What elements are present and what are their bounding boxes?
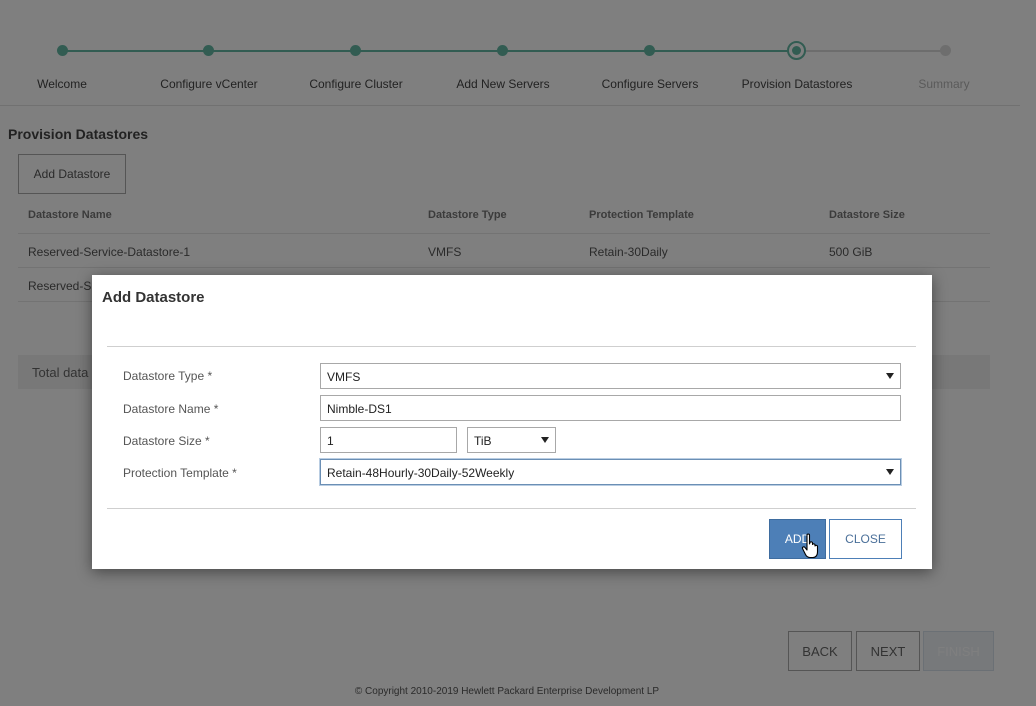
dialog-divider-bottom [107,508,916,509]
datastore-size-label: Datastore Size * [123,434,210,448]
dialog-divider-top [107,346,916,347]
datastore-type-select[interactable]: VMFS [320,363,901,389]
protection-template-value: Retain-48Hourly-30Daily-52Weekly [327,466,515,480]
datastore-name-label: Datastore Name * [123,402,219,416]
close-button[interactable]: CLOSE [829,519,902,559]
datastore-size-value: 1 [327,434,334,448]
hand-pointer-icon [801,533,819,559]
add-datastore-dialog: Add Datastore Datastore Type * VMFS Data… [92,275,932,569]
protection-template-label: Protection Template * [123,466,237,480]
caret-down-icon [541,437,549,443]
datastore-type-value: VMFS [327,370,361,384]
datastore-type-label: Datastore Type * [123,369,213,383]
datastore-name-value: Nimble-DS1 [327,402,392,416]
caret-down-icon [886,469,894,475]
caret-down-icon [886,373,894,379]
datastore-name-input[interactable]: Nimble-DS1 [320,395,901,421]
dialog-title: Add Datastore [102,289,205,306]
datastore-size-unit-select[interactable]: TiB [467,427,556,453]
datastore-size-unit-value: TiB [474,434,492,448]
protection-template-select[interactable]: Retain-48Hourly-30Daily-52Weekly [320,459,901,485]
datastore-size-input[interactable]: 1 [320,427,457,453]
